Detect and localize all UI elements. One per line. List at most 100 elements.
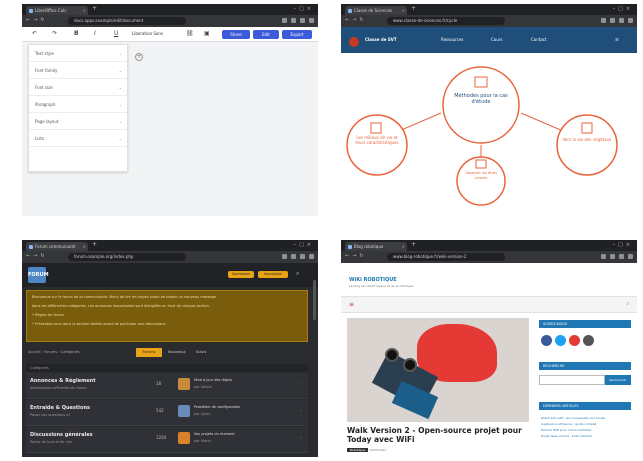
panel-item[interactable]: Lists ⌄ [29,130,127,147]
add-block-icon[interactable]: + [135,53,143,61]
close-tab-icon[interactable]: × [83,6,86,15]
forum-logo[interactable]: FORUM [28,267,49,283]
chevron-right-icon[interactable]: › [300,381,302,386]
close-tab-icon[interactable]: × [402,242,405,251]
image-icon[interactable]: ▣ [204,31,210,37]
link-icon[interactable]: ⛓ [186,31,194,37]
browser-tab[interactable]: LibreOffice Calc × [26,6,88,15]
post-category[interactable]: Robotique [347,448,369,452]
post-title[interactable]: Walk Version 2 - Open-source projet pour… [347,426,532,444]
window-controls[interactable]: –□× [613,242,633,248]
extension-icon[interactable] [300,254,305,259]
address-bar[interactable]: docs.apps.example/edit/document [68,17,186,25]
chevron-right-icon[interactable]: › [300,408,302,413]
twitter-icon[interactable] [555,335,566,346]
tab-watched[interactable]: Suivis [196,350,206,354]
menu-icon[interactable]: ☰ [615,37,619,42]
window-controls[interactable]: –□× [613,6,633,12]
nav-link-contact[interactable]: Contact [531,37,547,42]
bold-icon[interactable]: B [74,31,79,37]
extension-icon[interactable] [282,18,287,23]
last-post-title[interactable]: Vos projets du moment [194,432,235,436]
hamburger-menu-icon[interactable]: ≡ [349,301,354,308]
facebook-icon[interactable] [541,335,552,346]
chevron-right-icon[interactable]: › [300,435,302,440]
redo-icon[interactable]: ↷ [52,31,57,37]
nav-buttons[interactable]: ←→↻ [26,253,48,259]
last-post-title[interactable]: Problème de configuration [194,405,240,409]
font-selector[interactable]: Liberation Sans [132,31,163,36]
browser-tab[interactable]: Forum communauté × [26,242,88,251]
extension-icon[interactable] [619,254,624,259]
panel-item[interactable]: Paragraph ⌄ [29,96,127,113]
extension-icon[interactable] [601,254,606,259]
panel-item[interactable]: Text style ⌄ [29,45,127,62]
close-tab-icon[interactable]: × [83,242,86,251]
window-controls[interactable]: –□× [294,6,314,12]
nav-buttons[interactable]: ←→↻ [26,17,48,23]
close-tab-icon[interactable]: × [402,6,405,15]
tab-new[interactable]: Nouveaux [168,350,186,354]
profile-icon[interactable] [628,18,633,23]
register-button[interactable]: Inscription [258,271,288,278]
forum-title[interactable]: Discussions générales [30,432,93,438]
avatar[interactable] [178,432,190,444]
site-name[interactable]: Classe de SVT [365,37,397,42]
new-tab-icon[interactable]: + [411,241,416,248]
youtube-icon[interactable] [569,335,580,346]
extension-icon[interactable] [619,18,624,23]
site-logo-icon[interactable] [349,37,359,47]
profile-icon[interactable] [309,254,314,259]
italic-icon[interactable]: I [94,31,96,37]
forum-row[interactable]: Discussions générales Parlez de tout et … [26,427,308,453]
extension-icon[interactable] [300,18,305,23]
tab-forums[interactable]: Forums [136,348,162,357]
window-controls[interactable]: –□× [294,242,314,248]
new-tab-icon[interactable]: + [92,5,97,12]
profile-icon[interactable] [309,18,314,23]
nav-link-ressources[interactable]: Ressources [441,37,464,42]
forum-title[interactable]: Entraide & Questions [30,405,90,411]
breadcrumb[interactable]: Accueil › Forums › Catégories [28,350,80,354]
new-tab-icon[interactable]: + [411,5,416,12]
new-tab-icon[interactable]: + [92,241,97,248]
edit-button[interactable]: Edit [253,30,279,39]
nav-buttons[interactable]: ←→↻ [345,253,367,259]
forum-row[interactable]: Annonces & Règlement Informations offici… [26,373,308,399]
underline-icon[interactable]: U [114,31,118,37]
rss-icon[interactable] [583,335,594,346]
export-button[interactable]: Export [282,30,312,39]
nav-link-cours[interactable]: Cours [491,37,503,42]
extension-icon[interactable] [282,254,287,259]
search-icon[interactable]: ⌕ [626,301,629,307]
avatar[interactable] [178,378,190,390]
blog-logo[interactable]: WiKi ROBOTIQUE [349,277,397,283]
extension-icon[interactable] [610,254,615,259]
nav-buttons[interactable]: ←→↻ [345,17,367,23]
browser-tab[interactable]: Classe de Sciences × [345,6,407,15]
address-bar[interactable]: forum.example.org/index.php [68,253,186,261]
extension-icon[interactable] [601,18,606,23]
last-post-title[interactable]: Mise à jour des règles [194,378,232,382]
panel-item[interactable]: Page layout ⌄ [29,113,127,130]
forum-title[interactable]: Annonces & Règlement [30,378,96,384]
recent-post-link[interactable]: Projet open-source : bras robotisé [541,433,629,439]
extension-icon[interactable] [291,18,296,23]
profile-icon[interactable] [628,254,633,259]
login-button[interactable]: Connexion [228,271,254,278]
forum-row[interactable]: Entraide & Questions Posez vos questions… [26,400,308,426]
search-button[interactable]: Rechercher [605,375,631,385]
scrollbar[interactable] [313,280,316,320]
browser-tab[interactable]: Blog robotique × [345,242,407,251]
address-bar[interactable]: www.classe-de-sciences.fr/cycle [387,17,505,25]
panel-item[interactable]: Font size ⌄ [29,79,127,96]
search-icon[interactable]: ⌕ [296,270,299,278]
search-input[interactable] [539,375,605,385]
share-button[interactable]: Share [222,30,250,39]
extension-icon[interactable] [291,254,296,259]
post-hero-image[interactable] [347,318,529,422]
undo-icon[interactable]: ↶ [32,31,37,37]
panel-item[interactable]: Font family ⌄ [29,62,127,79]
extension-icon[interactable] [610,18,615,23]
address-bar[interactable]: www.blog-robotique.fr/wiki-version-2 [387,253,505,261]
